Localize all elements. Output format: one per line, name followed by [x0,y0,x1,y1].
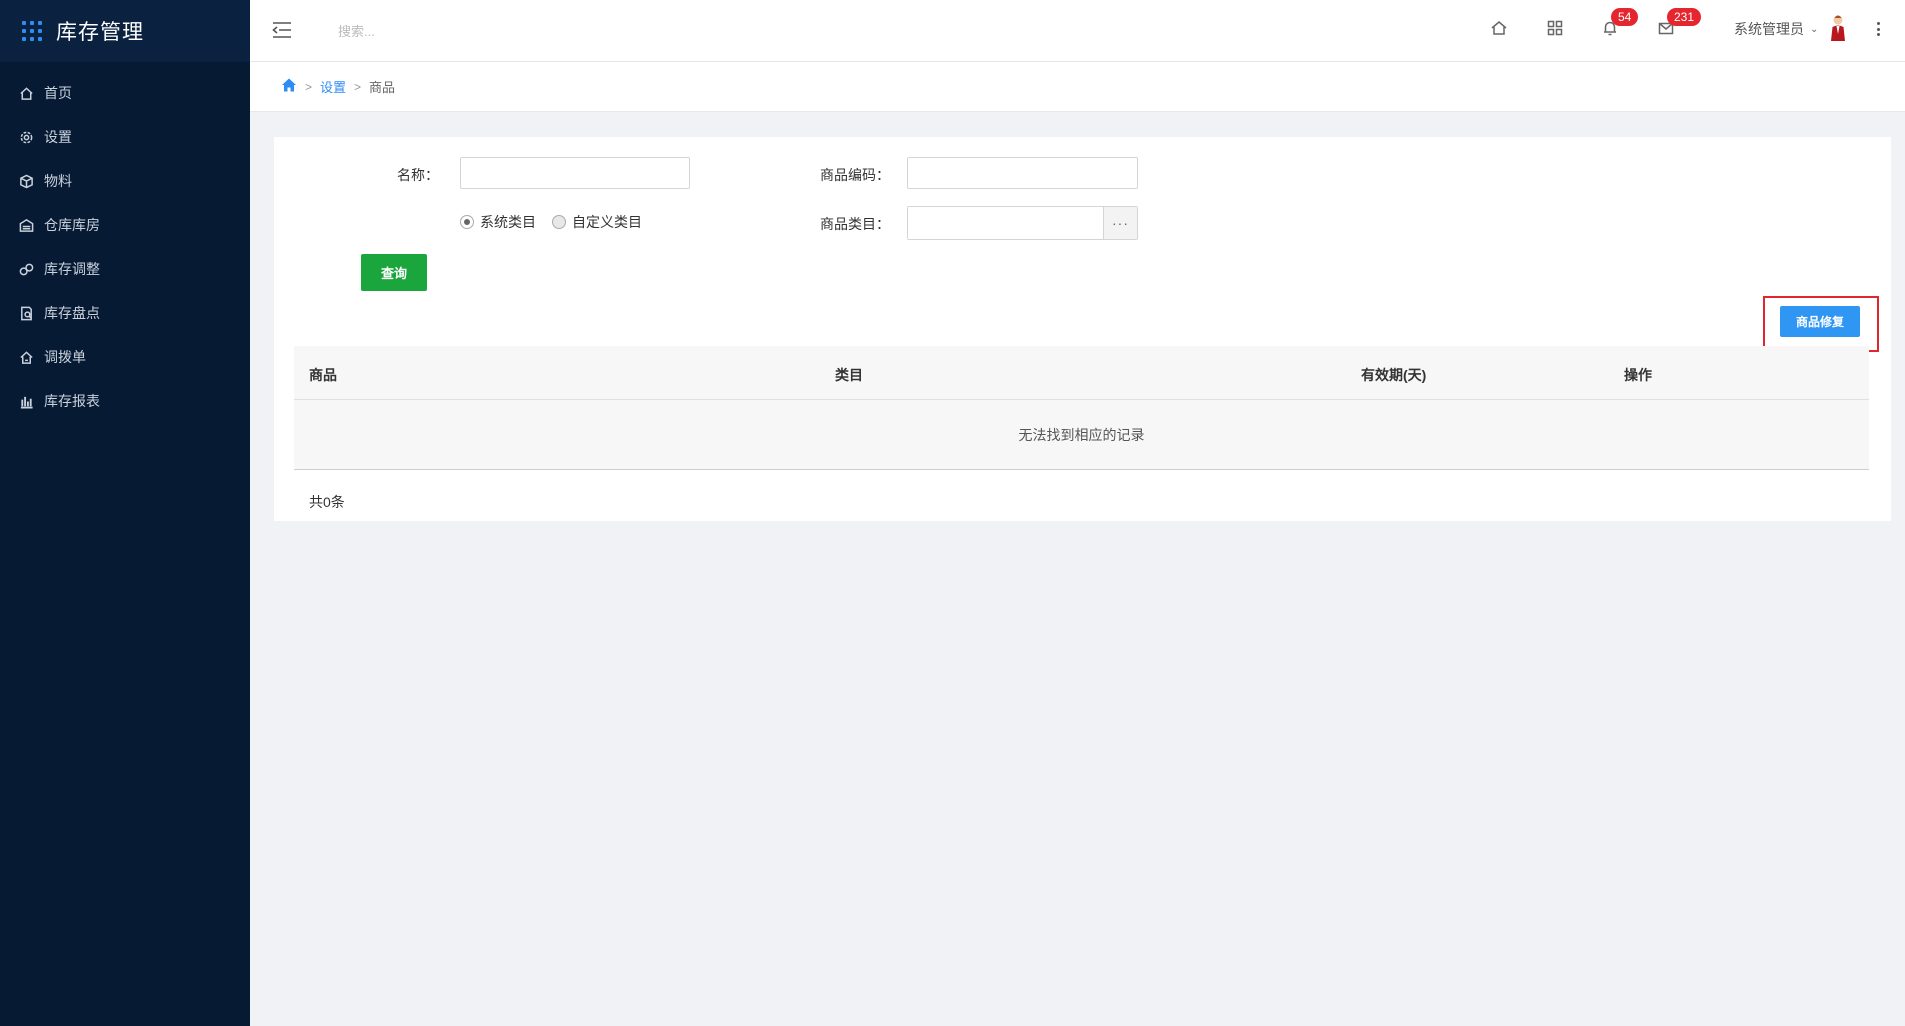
gear-icon [18,129,34,145]
grid-icon[interactable] [1546,19,1566,39]
avatar[interactable] [1828,14,1848,42]
adjust-icon [18,261,34,277]
sidebar-item-stock-adjust[interactable]: 库存调整 [0,247,250,291]
sidebar-item-transfer[interactable]: 调拨单 [0,335,250,379]
sidebar-item-home[interactable]: 首页 [0,71,250,115]
breadcrumb-current: 商品 [369,80,396,95]
name-label: 名称： [397,167,439,183]
name-input[interactable] [460,157,690,189]
category-label: 商品类目： [820,216,890,232]
table-header: 商品 类目 有效期(天) 操作 [294,346,1869,400]
query-button[interactable]: 查询 [361,254,427,291]
column-header-actions: 操作 [1624,367,1652,383]
sidebar-item-label: 库存调整 [44,261,100,277]
empty-message: 无法找到相应的记录 [1018,426,1145,443]
product-code-input[interactable] [907,157,1138,189]
top-header: 54 231 系统管理员 ⌄ [250,0,1905,62]
column-header-category[interactable]: 类目 [835,365,863,385]
mail-icon[interactable]: 231 [1657,8,1702,39]
search-input[interactable] [338,20,598,42]
sidebar-item-warehouse[interactable]: 仓库库房 [0,203,250,247]
radio-label: 系统类目 [480,214,536,230]
radio-system-category[interactable]: 系统类目 [460,212,536,232]
sidebar-item-label: 首页 [44,85,72,101]
category-browse-button[interactable]: ··· [1103,207,1137,239]
sidebar-menu: 首页 设置 物料 仓库库房 库存调整 库存盘点 调拨单 库存报表 [0,62,250,423]
breadcrumb-home-icon[interactable] [281,77,297,96]
sidebar-item-label: 库存报表 [44,393,100,409]
menu-toggle-icon[interactable] [272,21,292,39]
total-count: 共0条 [309,494,345,510]
sidebar: 库存管理 首页 设置 物料 仓库库房 库存调整 库存盘点 调拨单 库存报表 [0,0,250,1026]
category-input[interactable] [908,207,1103,239]
brand: 库存管理 [0,0,250,62]
column-header-validity[interactable]: 有效期(天) [1361,365,1426,385]
bar-chart-icon [18,393,34,409]
product-repair-button[interactable]: 商品修复 [1780,306,1860,337]
message-badge: 231 [1667,8,1702,26]
breadcrumb-separator: > [305,79,313,94]
column-header-product[interactable]: 商品 [309,365,337,385]
apps-grid-icon [22,21,42,41]
sidebar-item-stock-count[interactable]: 库存盘点 [0,291,250,335]
home-icon [18,85,34,101]
warehouse-icon [18,217,34,233]
product-code-label: 商品编码： [820,167,890,183]
category-picker: ··· [907,206,1138,240]
empty-table-row: 无法找到相应的记录 [294,400,1869,470]
sidebar-item-settings[interactable]: 设置 [0,115,250,159]
transfer-icon [18,349,34,365]
sidebar-item-label: 调拨单 [44,349,86,365]
radio-label: 自定义类目 [572,214,642,230]
sidebar-item-label: 库存盘点 [44,305,100,321]
sidebar-item-label: 仓库库房 [44,217,100,233]
user-name: 系统管理员 [1734,21,1804,37]
sidebar-item-label: 设置 [44,129,72,145]
inventory-check-icon [18,305,34,321]
product-table: 商品 类目 有效期(天) 操作 无法找到相应的记录 [294,346,1869,470]
chevron-down-icon: ⌄ [1810,23,1819,35]
radio-checked-icon [460,215,474,229]
notification-badge: 54 [1611,8,1639,26]
main-panel: 名称： 商品编码： 系统类目 自定义类目 商品类目： ··· 查询 商品修复 商… [274,137,1891,521]
sidebar-item-stock-report[interactable]: 库存报表 [0,379,250,423]
breadcrumb-settings-link[interactable]: 设置 [320,77,346,96]
sidebar-item-materials[interactable]: 物料 [0,159,250,203]
home-icon[interactable] [1490,19,1510,39]
cube-icon [18,173,34,189]
breadcrumb-separator: > [354,79,362,94]
app-title: 库存管理 [56,21,144,44]
bell-icon[interactable]: 54 [1601,8,1639,39]
breadcrumb: > 设置 > 商品 [250,62,1905,112]
radio-unchecked-icon [552,215,566,229]
user-menu[interactable]: 系统管理员 ⌄ [1734,19,1818,39]
radio-custom-category[interactable]: 自定义类目 [552,212,642,232]
more-options-icon[interactable] [1875,19,1881,39]
sidebar-item-label: 物料 [44,173,72,189]
